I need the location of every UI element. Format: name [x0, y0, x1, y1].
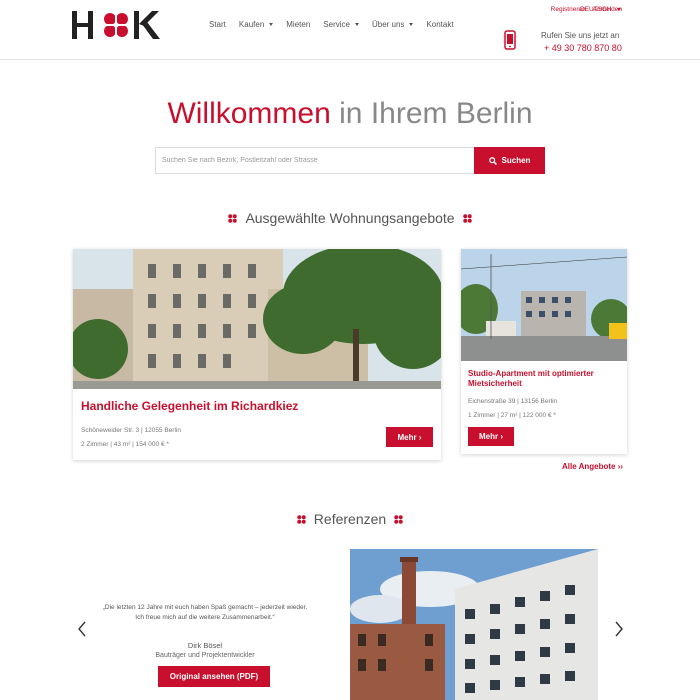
references-title-text: Referenzen: [313, 511, 387, 527]
offers-title-text: Ausgewählte Wohnungsangebote: [245, 210, 455, 226]
offer-facts: 2 Zimmer | 43 m² | 154 000 € *: [81, 441, 169, 448]
hero-title: Willkommen in Ihrem Berlin: [0, 97, 700, 131]
language-label: DEUTSCH: [580, 6, 612, 13]
testimonial-role: Bauträger und Projektentwickler: [155, 652, 255, 659]
search-icon: [488, 156, 497, 165]
mobile-phone-icon: [503, 30, 517, 50]
phone-number[interactable]: + 49 30 780 870 80: [544, 43, 622, 53]
search-button[interactable]: Suchen: [474, 147, 545, 174]
testimonial-quote: „Die letzten 12 Jahre mit euch haben Spa…: [102, 604, 308, 621]
nav-mieten[interactable]: Mieten: [286, 20, 310, 29]
nav-service-label: Service: [323, 20, 350, 29]
nav-kaufen[interactable]: Kaufen: [238, 20, 274, 29]
building-photo: [73, 249, 441, 389]
hero-title-accent: Willkommen: [167, 97, 331, 130]
offer-title[interactable]: Handliche Gelegenheit im Richardkiez: [81, 399, 298, 413]
offers-section-title: Ausgewählte Wohnungsangebote: [0, 210, 700, 226]
nav-start-label: Start: [209, 20, 226, 29]
chevron-down-icon: [617, 8, 622, 11]
nav-kontakt[interactable]: Kontakt: [426, 20, 453, 29]
hk-logo[interactable]: [72, 10, 162, 40]
nav-service[interactable]: Service: [323, 20, 359, 29]
more-button[interactable]: Mehr ›: [468, 427, 514, 446]
search-input[interactable]: [155, 147, 474, 174]
nav-mieten-label: Mieten: [286, 20, 311, 29]
call-us-label: Rufen Sie uns jetzt an: [541, 31, 620, 40]
search-bar: Suchen: [155, 147, 545, 174]
chevron-left-icon[interactable]: [77, 621, 87, 637]
offer-address: Schöneweider Str. 3 | 12055 Berlin: [81, 427, 181, 434]
offer-card[interactable]: Studio-Apartment mit optimierter Mietsic…: [461, 249, 627, 454]
quatrefoil-icon: [228, 213, 238, 223]
nav-start[interactable]: Start: [209, 20, 226, 29]
hero-title-rest: in Ihrem Berlin: [330, 97, 533, 130]
all-offers-link[interactable]: Alle Angebote ››: [562, 462, 623, 471]
chevron-down-icon: [409, 23, 414, 26]
building-photo: [461, 249, 627, 361]
chevron-down-icon: [269, 23, 274, 26]
nav-ueber-uns[interactable]: Über uns: [371, 20, 414, 29]
chevron-right-icon[interactable]: [614, 621, 624, 637]
offer-address: Eichenstraße 39 | 13156 Berlin: [468, 398, 558, 405]
references-section-title: Referenzen: [0, 511, 700, 527]
nav-ueber-uns-label: Über uns: [371, 20, 405, 29]
more-button[interactable]: Mehr ›: [386, 427, 433, 447]
language-selector[interactable]: DEUTSCH: [580, 6, 622, 13]
search-button-label: Suchen: [501, 156, 531, 165]
testimonial-name: Dirk Bösel: [187, 641, 223, 650]
chevron-down-icon: [354, 23, 359, 26]
quatrefoil-icon: [297, 514, 306, 524]
offer-card[interactable]: Handliche Gelegenheit im Richardkiez Sch…: [73, 249, 441, 460]
main-nav: Start Kaufen Mieten Service Über uns Kon…: [209, 20, 467, 29]
quatrefoil-icon: [462, 213, 472, 223]
offer-title[interactable]: Studio-Apartment mit optimierter Mietsic…: [468, 369, 627, 389]
quatrefoil-icon: [394, 514, 403, 524]
reference-building-photo: [350, 549, 598, 700]
offer-facts: 1 Zimmer | 27 m² | 122 000 € *: [468, 412, 556, 419]
view-pdf-button[interactable]: Original ansehen (PDF): [158, 666, 270, 687]
nav-kaufen-label: Kaufen: [238, 20, 265, 29]
site-header: Start Kaufen Mieten Service Über uns Kon…: [0, 0, 700, 60]
nav-kontakt-label: Kontakt: [426, 20, 454, 29]
